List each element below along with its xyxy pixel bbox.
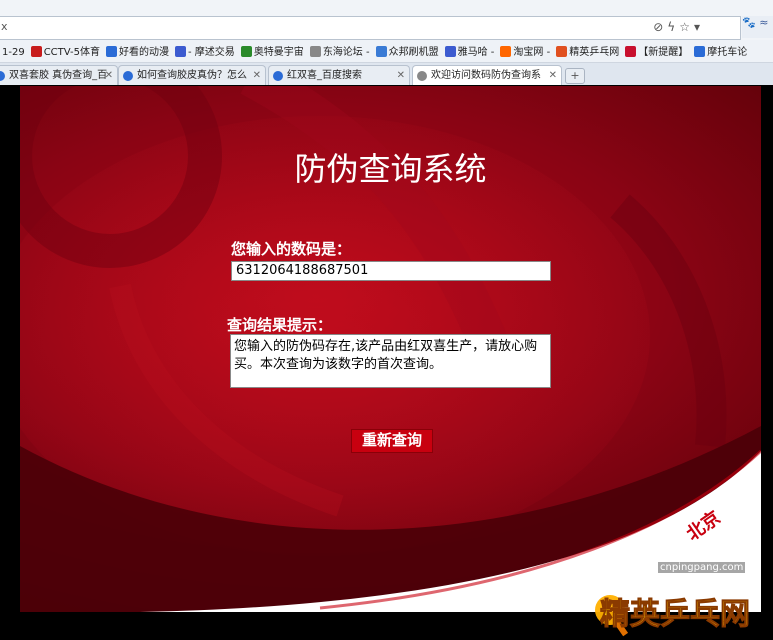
tab-close-icon[interactable]: ✕ — [397, 66, 405, 85]
bookmark-label: 好看的动漫 — [119, 47, 170, 58]
bookmark-favicon-icon — [106, 46, 118, 57]
tab-label: 红双喜_百度搜索 — [287, 70, 362, 81]
bookmark-label: 1-29 — [2, 47, 25, 58]
code-input[interactable]: 6312064188687501 — [231, 261, 551, 281]
bookmark-favicon-icon — [375, 46, 387, 57]
tab-label: 欢迎访问数码防伪查询系 — [431, 70, 541, 81]
bookmark-item[interactable]: 1-29 — [0, 42, 29, 62]
bookmark-label: 摩托车论 — [707, 47, 748, 58]
bookmark-label: 东海论坛 - — [322, 47, 370, 58]
address-bar[interactable]: x ⊘ϟ☆▾ — [0, 16, 741, 40]
toolbar-extension[interactable]: 🐾 ≈ — [742, 16, 773, 38]
bookmark-label: 精英乒乓网 — [569, 47, 620, 58]
star-icon[interactable]: ☆ — [679, 20, 694, 34]
tab-favicon-icon — [273, 71, 283, 81]
tab-close-icon[interactable]: ✕ — [549, 66, 557, 85]
result-label: 查询结果提示： — [227, 316, 333, 334]
tab-close-icon[interactable]: ✕ — [253, 66, 261, 85]
bookmark-label: 众邦刷机盟 — [388, 47, 439, 58]
bookmarks-bar: 1-29 CCTV-5体育 好看的动漫 - 摩述交易 奥特曼宇宙 东海论坛 - 众邦刷机盟 雅… — [0, 40, 773, 63]
bookmark-item[interactable]: 众邦刷机盟 — [374, 42, 443, 62]
new-tab-button[interactable]: + — [565, 68, 585, 84]
tab-strip: 欢迎访问数码防伪查询系 ✕ 红双喜_百度搜索 ✕ 如何查询胶皮真伪？怎么 ✕ 双喜套胶 真伪… — [0, 63, 773, 85]
bookmark-item[interactable]: 东海论坛 - — [308, 42, 374, 62]
tab-label: 如何查询胶皮真伪？怎么 — [137, 70, 247, 81]
tab-close-icon[interactable]: ✕ — [105, 66, 113, 85]
bookmark-item[interactable]: 奥特曼宇宙 — [239, 42, 308, 62]
bookmark-favicon-icon — [30, 46, 42, 57]
bookmark-favicon-icon — [309, 46, 321, 57]
watermark-text: 精英乒乓网 — [600, 597, 750, 632]
bookmark-item[interactable]: 【新提醒】 — [623, 42, 692, 62]
watermark-url: cnpingpang.com — [658, 562, 746, 573]
browser-tab[interactable]: 红双喜_百度搜索 ✕ — [268, 65, 410, 85]
bookmark-label: 奥特曼宇宙 — [253, 47, 304, 58]
result-textarea[interactable]: 您输入的防伪码存在,该产品由红双喜生产，请放心购买。本次查询为该数字的首次查询。 — [230, 334, 551, 388]
browser-tab[interactable]: 欢迎访问数码防伪查询系 ✕ — [412, 65, 562, 85]
tab-label: 双喜套胶 真伪查询_百 — [9, 70, 108, 81]
page-title: 防伪查询系统 — [294, 150, 487, 188]
code-label: 您输入的数码是： — [231, 240, 352, 258]
browser-toolbar: x ⊘ϟ☆▾ 🐾 ≈ — [0, 0, 773, 41]
bookmark-favicon-icon — [444, 46, 456, 57]
bookmark-label: 雅马哈 - — [457, 47, 495, 58]
bookmark-item[interactable]: - 摩述交易 — [173, 42, 239, 62]
bookmark-item[interactable]: 雅马哈 - — [443, 42, 499, 62]
tab-favicon-icon — [417, 71, 427, 81]
tab-favicon-icon — [123, 71, 133, 81]
block-icon[interactable]: ⊘ — [653, 20, 667, 34]
dropdown-arrow-icon[interactable]: ▾ — [694, 20, 704, 34]
bookmark-item[interactable]: 精英乒乓网 — [554, 42, 623, 62]
bookmark-item[interactable]: CCTV-5体育 — [29, 42, 104, 62]
bookmark-label: CCTV-5体育 — [43, 47, 101, 58]
bookmark-favicon-icon — [556, 46, 568, 57]
bookmark-favicon-icon — [175, 46, 187, 57]
tab-favicon-icon — [0, 71, 5, 81]
page-content: 北京 防伪查询系统 您输入的数码是： 6312064188687501 查询结果… — [20, 86, 761, 612]
requery-button[interactable]: 重新查询 — [351, 429, 433, 453]
bookmark-item[interactable]: 好看的动漫 — [104, 42, 173, 62]
bookmark-label: - 摩述交易 — [188, 47, 235, 58]
browser-tab[interactable]: 双喜套胶 真伪查询_百 ✕ — [0, 65, 118, 85]
bookmark-label: 【新提醒】 — [638, 47, 689, 58]
bookmark-favicon-icon — [625, 46, 637, 57]
lightning-icon[interactable]: ϟ — [667, 20, 679, 34]
bookmark-favicon-icon — [694, 46, 706, 57]
bookmark-item[interactable]: 淘宝网 - — [498, 42, 554, 62]
address-text: x — [1, 20, 8, 33]
bookmark-favicon-icon — [240, 46, 252, 57]
browser-tab[interactable]: 如何查询胶皮真伪？怎么 ✕ — [118, 65, 266, 85]
bookmark-label: 淘宝网 - — [513, 47, 551, 58]
site-watermark: 精英乒乓网 — [595, 595, 751, 637]
address-bar-icons: ⊘ϟ☆▾ — [653, 20, 704, 34]
bookmark-favicon-icon — [500, 46, 512, 57]
bookmark-item[interactable]: 摩托车论 — [692, 42, 751, 62]
